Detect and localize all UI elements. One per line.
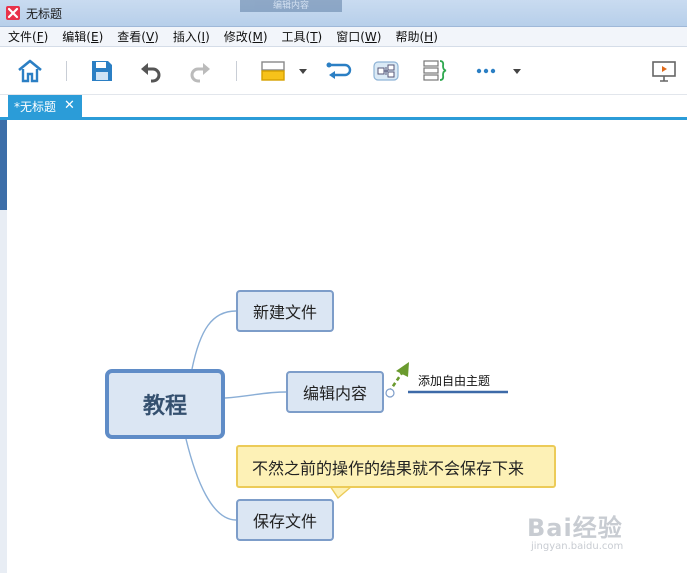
save-icon (92, 61, 112, 81)
callout-note[interactable]: 不然之前的操作的结果就不会保存下来 (236, 445, 556, 488)
more-button[interactable] (472, 57, 500, 85)
dropdown-arrow-icon (513, 69, 521, 74)
menu-window[interactable]: 窗口(W) (336, 28, 381, 45)
topic-save-file[interactable]: 保存文件 (236, 499, 334, 541)
summary-icon (423, 60, 447, 81)
title-bar: 无标题 编辑内容 (0, 0, 687, 27)
central-topic[interactable]: 教程 (105, 369, 225, 439)
home-icon (18, 59, 42, 83)
summary-button[interactable] (420, 57, 448, 85)
toolbar-separator (66, 61, 67, 81)
toolbar (0, 47, 687, 95)
menu-tools[interactable]: 工具(T) (282, 28, 323, 45)
menu-view[interactable]: 查看(V) (117, 28, 159, 45)
presentation-button[interactable] (650, 57, 678, 85)
topic-style-dropdown[interactable] (296, 57, 310, 85)
window-title: 无标题 (26, 7, 63, 21)
menu-edit[interactable]: 编辑(E) (62, 28, 103, 45)
floating-topic-label[interactable]: 添加自由主题 (418, 372, 490, 389)
undo-button[interactable] (137, 57, 165, 85)
menu-insert[interactable]: 插入(I) (173, 28, 210, 45)
tab-untitled[interactable]: *无标题 ✕ (8, 95, 82, 117)
boundary-button[interactable] (372, 57, 400, 85)
mindmap-canvas[interactable] (7, 120, 687, 573)
topic-new-file[interactable]: 新建文件 (236, 290, 334, 332)
redo-icon (190, 63, 210, 83)
close-icon[interactable]: ✕ (64, 99, 75, 112)
presentation-icon (652, 61, 676, 82)
save-button[interactable] (88, 57, 116, 85)
menu-file[interactable]: 文件(F) (8, 28, 48, 45)
more-dropdown[interactable] (510, 57, 524, 85)
topic-edit-content[interactable]: 编辑内容 (286, 371, 384, 413)
left-window-edge (0, 120, 7, 573)
dropdown-arrow-icon (299, 69, 307, 74)
relationship-button[interactable] (325, 57, 353, 85)
boundary-icon (373, 61, 399, 81)
background-window-fragment: 编辑内容 (240, 0, 342, 12)
watermark-url: jingyan.baidu.com (531, 541, 624, 552)
menu-bar: 文件(F) 编辑(E) 查看(V) 插入(I) 修改(M) 工具(T) 窗口(W… (0, 27, 687, 47)
editor-tab-strip: *无标题 ✕ (0, 95, 687, 120)
relationship-icon (326, 62, 352, 79)
watermark-brand: Bai经验 (527, 514, 623, 542)
xmind-x-icon (6, 6, 20, 20)
menu-modify[interactable]: 修改(M) (224, 28, 268, 45)
baidu-jingyan-watermark: Bai经验 jingyan.baidu.com (527, 508, 623, 552)
more-icon (476, 68, 496, 74)
home-button[interactable] (16, 57, 44, 85)
redo-button[interactable] (186, 57, 214, 85)
toolbar-separator (236, 61, 237, 81)
tab-label: *无标题 (14, 99, 57, 114)
topic-style-button[interactable] (259, 57, 287, 85)
menu-help[interactable]: 帮助(H) (395, 28, 437, 45)
undo-icon (141, 63, 161, 83)
topic-style-icon (261, 61, 285, 81)
